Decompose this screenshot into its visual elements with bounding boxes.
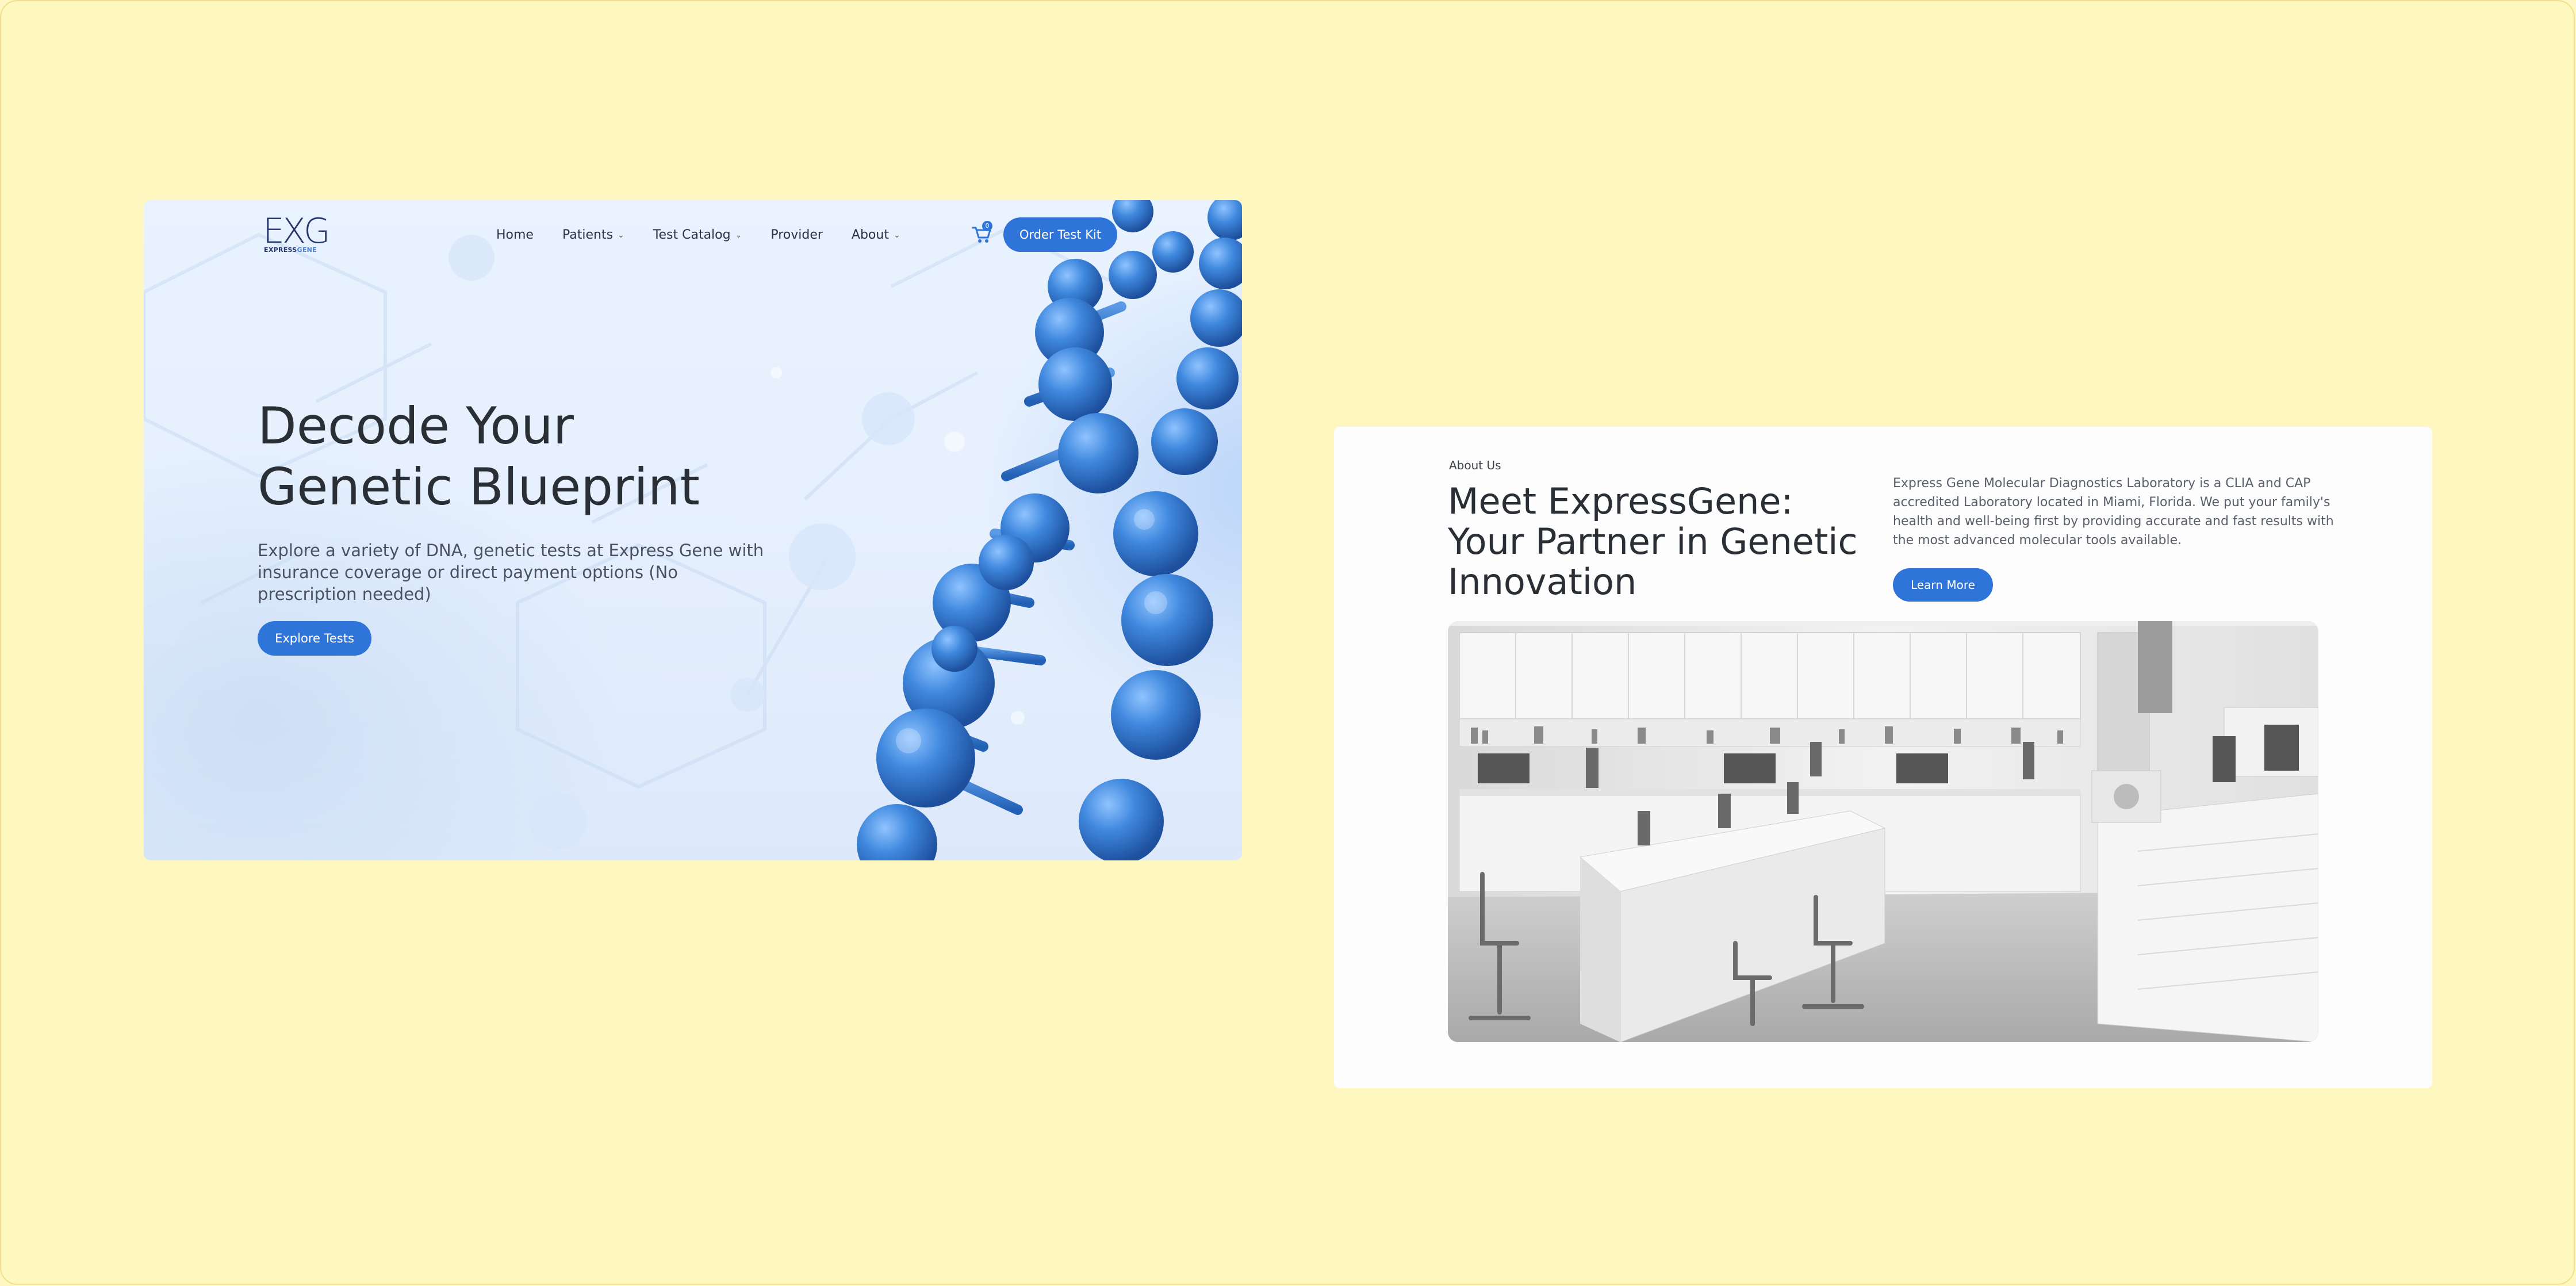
about-eyebrow: About Us (1449, 458, 1501, 472)
nav-home[interactable]: Home (496, 228, 534, 242)
hero-description: Explore a variety of DNA, genetic tests … (258, 541, 764, 604)
explore-tests-button[interactable]: Explore Tests (258, 621, 371, 656)
logo-wordmark: EXPRESSGENE (264, 246, 317, 254)
nav-about[interactable]: About ⌄ (852, 228, 900, 242)
about-description: Express Gene Molecular Diagnostics Labor… (1893, 476, 2334, 548)
top-navigation: EXG EXPRESSGENE Home Patients ⌄ Test Cat… (144, 200, 1242, 269)
nav-links: Home Patients ⌄ Test Catalog ⌄ Provider … (496, 228, 929, 242)
about-title: Meet ExpressGene: Your Partner in Geneti… (1448, 480, 1858, 603)
cart-count-badge: 0 (982, 221, 992, 231)
hero-panel: EXG EXPRESSGENE Home Patients ⌄ Test Cat… (144, 200, 1242, 860)
learn-more-button[interactable]: Learn More (1893, 568, 1993, 602)
order-test-kit-button[interactable]: Order Test Kit (1003, 217, 1117, 252)
chevron-down-icon: ⌄ (735, 230, 742, 240)
laboratory-photo (1448, 621, 2318, 1042)
chevron-down-icon: ⌄ (618, 230, 624, 240)
logo-mark: EXG (263, 211, 331, 251)
expressgene-logo[interactable]: EXG EXPRESSGENE (263, 211, 343, 255)
hero-title: Decode Your Genetic Blueprint (258, 396, 700, 516)
about-panel: About Us Meet ExpressGene: Your Partner … (1334, 427, 2432, 1088)
chevron-down-icon: ⌄ (893, 230, 900, 240)
nav-patients[interactable]: Patients ⌄ (562, 228, 624, 242)
nav-test-catalog[interactable]: Test Catalog ⌄ (653, 228, 742, 242)
dna-helix-illustration (857, 200, 1242, 860)
nav-provider[interactable]: Provider (770, 228, 823, 242)
